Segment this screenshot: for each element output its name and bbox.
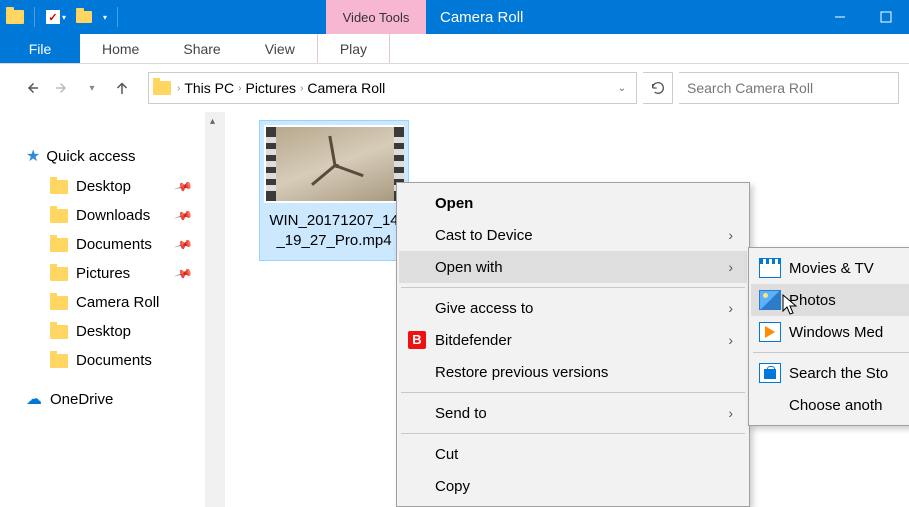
- app-folder-icon: [6, 10, 24, 24]
- submenu-search-store[interactable]: Search the Sto: [751, 357, 909, 389]
- back-button[interactable]: [20, 76, 44, 100]
- submenu-photos[interactable]: Photos: [751, 284, 909, 316]
- ctx-cast-to-device[interactable]: Cast to Device›: [399, 219, 747, 251]
- qat-new-folder-button[interactable]: [73, 6, 95, 28]
- movies-tv-icon: [759, 258, 781, 278]
- breadcrumb-this-pc[interactable]: This PC: [180, 80, 238, 96]
- qat-properties-button[interactable]: ✓▾: [45, 6, 67, 28]
- folder-icon: [50, 238, 68, 252]
- sidebar-item-label: Documents: [76, 236, 152, 253]
- submenu-movies-tv[interactable]: Movies & TV: [751, 252, 909, 284]
- sidebar-item-camera-roll[interactable]: Camera Roll: [0, 288, 205, 317]
- quick-access-header[interactable]: ★ Quick access: [0, 140, 205, 172]
- star-icon: ★: [26, 146, 40, 166]
- minimize-button[interactable]: [817, 0, 863, 34]
- sidebar-item-label: Desktop: [76, 323, 131, 340]
- qat-customize-icon[interactable]: ▾: [103, 13, 107, 22]
- ctx-open-with[interactable]: Open with›: [399, 251, 747, 283]
- sidebar-item-downloads[interactable]: Downloads 📌: [0, 201, 205, 230]
- sidebar-item-label: Desktop: [76, 178, 131, 195]
- sidebar-item-documents[interactable]: Documents: [0, 346, 205, 375]
- recent-dropdown[interactable]: ▾: [80, 76, 104, 100]
- quick-access-label: Quick access: [46, 148, 135, 165]
- cloud-icon: ☁: [26, 389, 42, 409]
- sidebar-item-label: Documents: [76, 352, 152, 369]
- sidebar-onedrive[interactable]: ☁ OneDrive: [0, 375, 205, 415]
- sidebar-scrollbar[interactable]: [205, 112, 225, 507]
- separator: [753, 352, 909, 353]
- wmp-icon: [759, 322, 781, 342]
- tab-view[interactable]: View: [243, 34, 317, 63]
- chevron-right-icon: ›: [728, 300, 733, 316]
- sidebar-item-desktop[interactable]: Desktop 📌: [0, 172, 205, 201]
- video-thumbnail: [264, 125, 404, 203]
- file-name-label: WIN_20171207_14_19_27_Pro.mp4: [260, 207, 408, 250]
- context-menu: Open Cast to Device› Open with› Give acc…: [396, 182, 750, 507]
- separator: [401, 392, 745, 393]
- maximize-button[interactable]: [863, 0, 909, 34]
- nav-pane: ★ Quick access Desktop📌Downloads📌Documen…: [0, 112, 205, 507]
- sidebar-item-label: Pictures: [76, 265, 130, 282]
- photos-icon: [759, 290, 781, 310]
- folder-icon: [50, 209, 68, 223]
- ctx-open[interactable]: Open: [399, 187, 747, 219]
- folder-icon: [50, 180, 68, 194]
- ctx-copy[interactable]: Copy: [399, 470, 747, 502]
- file-item-selected[interactable]: WIN_20171207_14_19_27_Pro.mp4: [259, 120, 409, 261]
- pin-icon: 📌: [174, 177, 194, 197]
- refresh-button[interactable]: [643, 72, 673, 104]
- pin-icon: 📌: [174, 235, 194, 255]
- nav-bar: ▾ › This PC › Pictures › Camera Roll ⌄ S…: [0, 64, 909, 112]
- window-title: Camera Roll: [440, 0, 523, 34]
- bitdefender-icon: B: [407, 330, 427, 350]
- ctx-send-to[interactable]: Send to›: [399, 397, 747, 429]
- folder-icon: [50, 325, 68, 339]
- sidebar-item-desktop[interactable]: Desktop: [0, 317, 205, 346]
- onedrive-label: OneDrive: [50, 391, 113, 408]
- contextual-tool-tab[interactable]: Video Tools: [326, 0, 426, 34]
- tab-home[interactable]: Home: [80, 34, 161, 63]
- chevron-right-icon: ›: [728, 227, 733, 243]
- tab-share[interactable]: Share: [161, 34, 242, 63]
- folder-icon: [50, 354, 68, 368]
- sidebar-item-label: Downloads: [76, 207, 150, 224]
- ctx-bitdefender[interactable]: BBitdefender›: [399, 324, 747, 356]
- breadcrumb-pictures[interactable]: Pictures: [241, 80, 300, 96]
- chevron-right-icon: ›: [728, 259, 733, 275]
- ctx-give-access[interactable]: Give access to›: [399, 292, 747, 324]
- folder-icon: [50, 267, 68, 281]
- up-button[interactable]: [110, 76, 134, 100]
- submenu-choose-another[interactable]: Choose anoth: [751, 389, 909, 421]
- separator: [401, 287, 745, 288]
- title-bar: ✓▾ ▾ Video Tools Camera Roll: [0, 0, 909, 34]
- search-input[interactable]: Search Camera Roll: [679, 72, 899, 104]
- ctx-cut[interactable]: Cut: [399, 438, 747, 470]
- store-icon: [759, 363, 781, 383]
- sidebar-item-documents[interactable]: Documents 📌: [0, 230, 205, 259]
- ribbon: File Home Share View Play: [0, 34, 909, 64]
- file-tab[interactable]: File: [0, 34, 80, 63]
- breadcrumb-camera-roll[interactable]: Camera Roll: [303, 80, 389, 96]
- address-dropdown[interactable]: ⌄: [612, 83, 632, 94]
- sidebar-item-label: Camera Roll: [76, 294, 159, 311]
- address-folder-icon: [153, 81, 171, 95]
- address-bar[interactable]: › This PC › Pictures › Camera Roll ⌄: [148, 72, 637, 104]
- separator: [401, 433, 745, 434]
- tab-play[interactable]: Play: [317, 34, 390, 63]
- chevron-right-icon: ›: [728, 405, 733, 421]
- folder-icon: [50, 296, 68, 310]
- forward-button[interactable]: [50, 76, 74, 100]
- pin-icon: 📌: [174, 264, 194, 284]
- open-with-submenu: Movies & TV Photos Windows Med Search th…: [748, 247, 909, 426]
- chevron-right-icon: ›: [728, 332, 733, 348]
- submenu-windows-media-player[interactable]: Windows Med: [751, 316, 909, 348]
- sidebar-item-pictures[interactable]: Pictures 📌: [0, 259, 205, 288]
- pin-icon: 📌: [174, 206, 194, 226]
- ctx-restore-versions[interactable]: Restore previous versions: [399, 356, 747, 388]
